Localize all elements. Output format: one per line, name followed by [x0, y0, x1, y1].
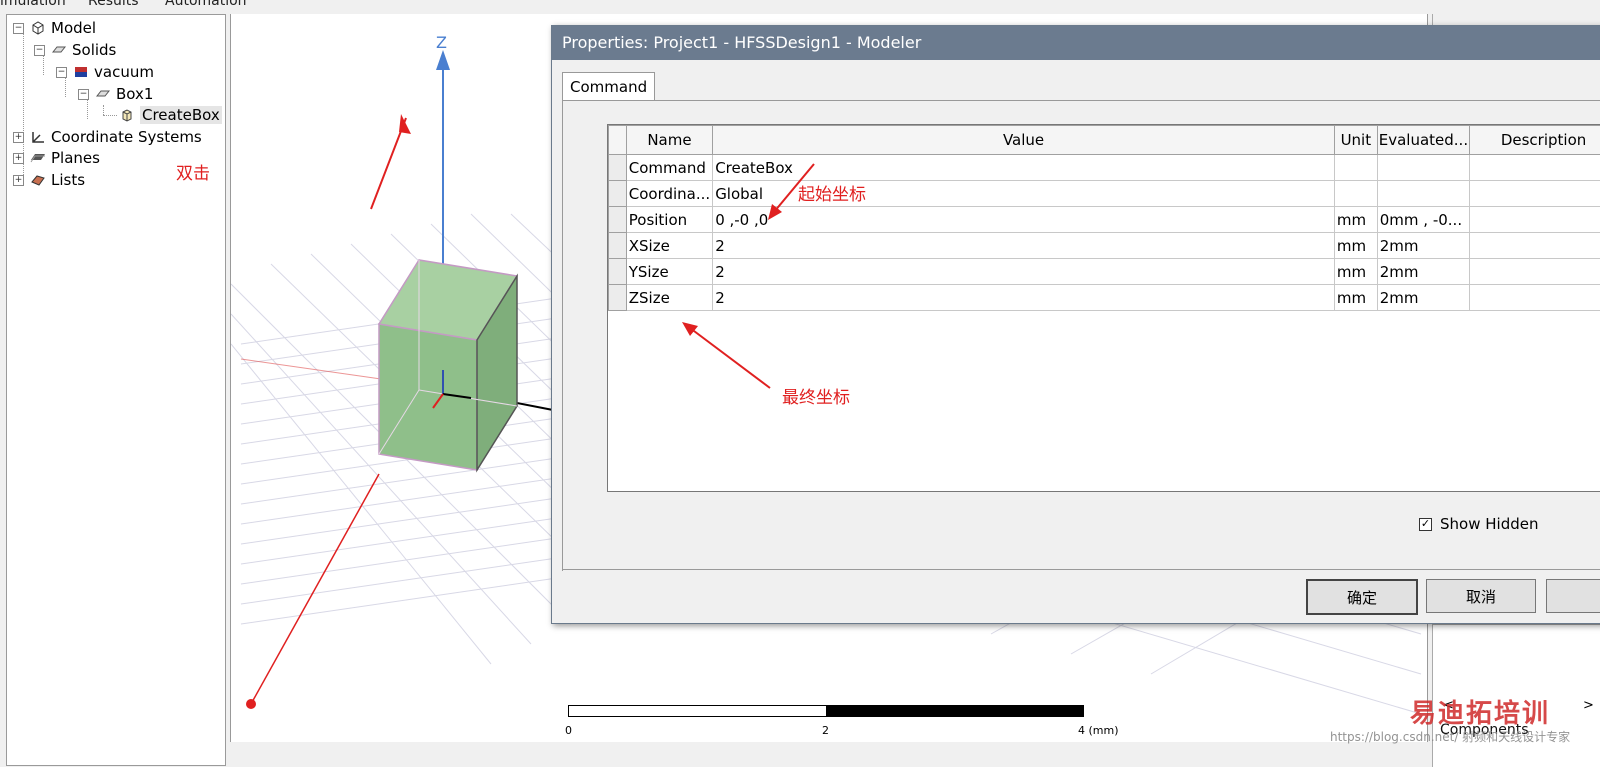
scale-label-4: 4 (mm): [1078, 724, 1119, 737]
cell-unit: [1333, 154, 1378, 181]
cell-description[interactable]: [1469, 154, 1600, 181]
createbox-icon: [119, 108, 135, 122]
column-header-evaluated[interactable]: Evaluated...: [1376, 125, 1471, 155]
tree-label-lists: Lists: [51, 171, 86, 189]
cell-evaluated: 2mm: [1376, 232, 1471, 259]
cancel-button[interactable]: 取消: [1426, 579, 1536, 613]
annotation-end-coord: 最终坐标: [782, 388, 850, 408]
tree-item-planes[interactable]: + Planes: [13, 148, 100, 168]
x-axis-end-marker: [246, 699, 256, 709]
ok-button[interactable]: 确定: [1306, 579, 1418, 615]
cell-evaluated: [1376, 154, 1471, 181]
expand-icon[interactable]: +: [13, 174, 24, 186]
z-axis-arrowhead: [436, 50, 450, 70]
z-axis-label: Z: [436, 33, 447, 52]
material-icon: [73, 65, 89, 79]
tree-label-solids: Solids: [72, 41, 117, 59]
cell-unit: [1333, 180, 1378, 207]
menu-item-automation[interactable]: Automation: [165, 0, 247, 9]
dialog-divider: [562, 569, 1600, 570]
column-header-description[interactable]: Description: [1469, 125, 1600, 155]
box-object-icon: [95, 87, 111, 101]
show-hidden-checkbox[interactable]: ✓ Show Hidden: [1419, 515, 1538, 533]
cell-description[interactable]: [1469, 284, 1600, 311]
scroll-right-icon[interactable]: >: [1583, 698, 1594, 713]
x-axis-line: [250, 473, 380, 705]
show-hidden-label: Show Hidden: [1440, 515, 1539, 533]
x-axis-ghost: [240, 358, 382, 380]
cell-description[interactable]: [1469, 206, 1600, 233]
annotation-start-coord: 起始坐标: [798, 185, 866, 205]
column-header-unit[interactable]: Unit: [1333, 125, 1378, 155]
tree-item-vacuum[interactable]: − vacuum: [56, 62, 154, 82]
cell-unit: mm: [1333, 206, 1378, 233]
tree-item-model[interactable]: − Model: [13, 18, 96, 38]
cell-unit: mm: [1333, 284, 1378, 311]
scale-label-0: 0: [565, 724, 572, 737]
cell-unit: mm: [1333, 258, 1378, 285]
watermark-logo: 易迪拓培训: [1410, 699, 1551, 729]
cell-description[interactable]: [1469, 258, 1600, 285]
solids-icon: [51, 43, 67, 57]
arrow-end-coord: [689, 327, 771, 389]
watermark-url: https://blog.csdn.net/ 射频和天线设计专家: [1330, 730, 1571, 744]
collapse-icon[interactable]: −: [34, 44, 45, 56]
model-tree-panel: − Model − Solids − vacuum − Box1 CreateB…: [6, 14, 226, 766]
cell-evaluated: 2mm: [1376, 284, 1471, 311]
tree-label-vacuum: vacuum: [94, 63, 154, 81]
tree-item-box1[interactable]: − Box1: [78, 84, 153, 104]
expand-icon[interactable]: +: [13, 152, 24, 164]
annotation-arrows: [682, 163, 815, 389]
collapse-icon[interactable]: −: [13, 22, 24, 34]
scale-label-2: 2: [822, 724, 829, 737]
cell-unit: mm: [1333, 232, 1378, 259]
cell-description[interactable]: [1469, 232, 1600, 259]
annotation-arrowhead-doubleclick: [399, 114, 411, 134]
model-icon: [30, 21, 46, 35]
collapse-icon[interactable]: −: [78, 88, 89, 100]
coordinate-system-icon: [30, 130, 46, 144]
tree-item-coordinate-systems[interactable]: + Coordinate Systems: [13, 127, 202, 147]
cell-evaluated: [1376, 180, 1471, 207]
expand-icon[interactable]: +: [13, 131, 24, 143]
planes-icon: [30, 151, 46, 165]
tree-label-box1: Box1: [116, 85, 154, 103]
tree-label-planes: Planes: [51, 149, 100, 167]
tree-item-lists[interactable]: + Lists: [13, 170, 85, 190]
cell-description[interactable]: [1469, 180, 1600, 207]
tree-label-model: Model: [51, 19, 97, 37]
annotation-double-click: 双击: [176, 164, 210, 184]
scale-bar: [568, 705, 1084, 717]
tree-label-coordinate-systems: Coordinate Systems: [51, 128, 202, 146]
lists-icon: [30, 173, 46, 187]
tree-item-solids[interactable]: − Solids: [34, 40, 116, 60]
tree-label-createbox: CreateBox: [140, 106, 222, 124]
checkbox-checked-icon[interactable]: ✓: [1419, 517, 1432, 531]
tree-item-createbox[interactable]: CreateBox: [119, 105, 222, 125]
cell-evaluated: 0mm , -0...: [1376, 206, 1471, 233]
menu-item-results[interactable]: Results: [88, 0, 139, 9]
cell-evaluated: 2mm: [1376, 258, 1471, 285]
properties-dialog: Properties: Project1 - HFSSDesign1 - Mod…: [551, 25, 1600, 624]
menu-bar: imulation Results Automation: [0, 0, 1600, 10]
menu-item-simulation[interactable]: imulation: [0, 0, 66, 9]
apply-button[interactable]: [1546, 579, 1600, 613]
box-solid: [377, 259, 519, 473]
collapse-icon[interactable]: −: [56, 66, 67, 78]
arrowhead-end-coord: [682, 322, 698, 336]
